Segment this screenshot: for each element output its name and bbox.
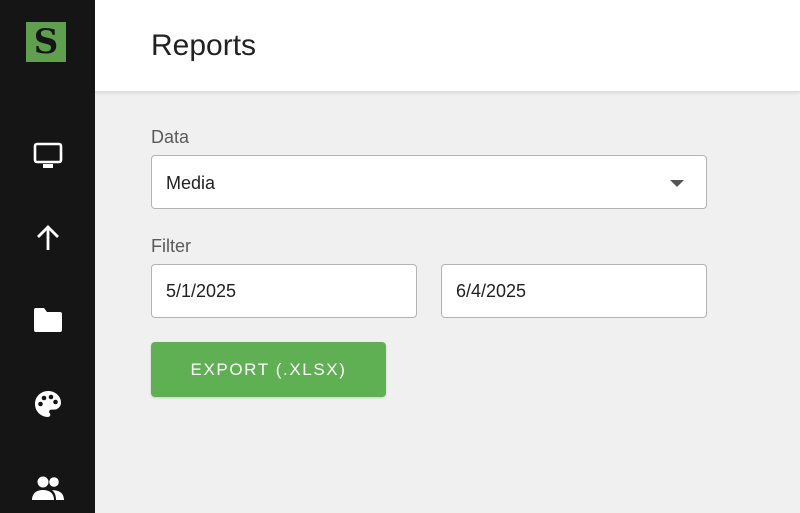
app-window: S Reports Data Media Filter 5/1/2025 6/4… xyxy=(0,0,800,513)
sidebar-item-media[interactable] xyxy=(0,296,95,344)
sidebar-item-upload[interactable] xyxy=(0,214,95,262)
monitor-icon xyxy=(33,142,62,168)
end-date-input[interactable] xyxy=(441,264,707,318)
sidebar-item-screens[interactable] xyxy=(0,132,95,180)
chevron-down-icon xyxy=(670,180,684,187)
sidebar-item-themes[interactable] xyxy=(0,380,95,428)
app-logo[interactable]: S xyxy=(26,22,66,62)
export-xlsx-button[interactable]: EXPORT (.XLSX) xyxy=(151,342,386,397)
data-label: Data xyxy=(151,127,190,147)
upload-arrow-icon xyxy=(36,225,59,250)
data-select[interactable]: Media xyxy=(151,155,707,209)
sidebar-item-users[interactable] xyxy=(0,464,95,512)
palette-icon xyxy=(34,391,61,417)
logo-letter: S xyxy=(33,22,59,62)
page-title: Reports xyxy=(151,29,257,62)
sidebar: S xyxy=(0,0,95,513)
page-header: Reports xyxy=(95,0,800,92)
filter-label: Filter xyxy=(151,236,191,256)
users-icon xyxy=(31,476,64,500)
data-select-value: Media xyxy=(166,173,216,193)
folder-icon xyxy=(33,308,62,332)
start-date-input[interactable] xyxy=(151,264,417,318)
